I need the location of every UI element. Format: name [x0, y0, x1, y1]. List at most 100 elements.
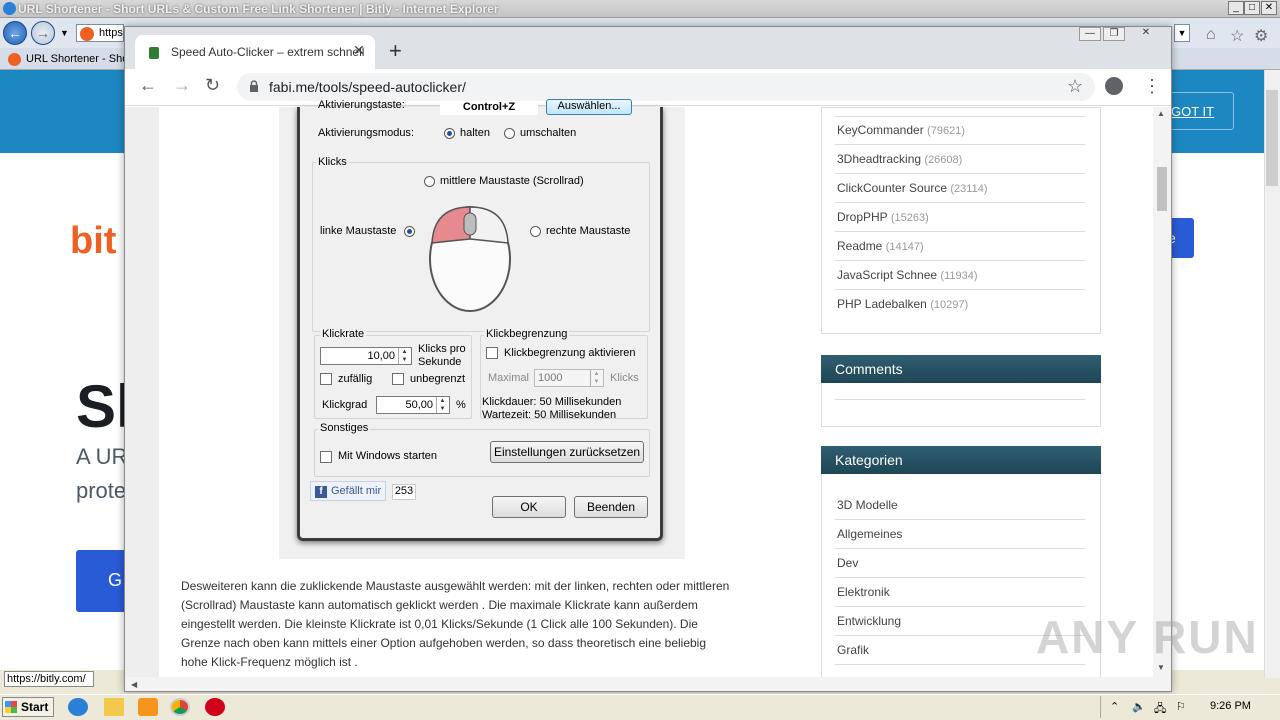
ie-tab-bitly[interactable]: URL Shortener - Sho	[4, 50, 124, 70]
ok-button[interactable]: OK	[492, 496, 566, 518]
ie-taskbar-icon[interactable]	[68, 698, 88, 716]
windows-start-label: Mit Windows starten	[338, 450, 438, 462]
bitly-hero-subtext-1: A UR	[76, 444, 128, 469]
ie-logo-icon	[3, 2, 16, 15]
chrome-restore-button[interactable]: ❐	[1103, 27, 1125, 41]
chrome-back-icon[interactable]: ←	[139, 75, 157, 96]
random-checkbox[interactable]	[320, 373, 332, 385]
anyrun-watermark: ANY RUN	[1036, 611, 1259, 663]
category-link-dev[interactable]: Dev	[837, 556, 858, 570]
facebook-icon: f	[315, 486, 327, 498]
ie-scroll-thumb[interactable]	[1266, 90, 1278, 186]
tray-expand-icon[interactable]: ⌃	[1110, 700, 1119, 713]
right-button-radio[interactable]	[530, 226, 541, 237]
mode-toggle-radio[interactable]	[504, 128, 515, 139]
chrome-tab-close-icon[interactable]: ✕	[353, 42, 365, 59]
degree-spinner-icon[interactable]: ▲ ▼	[436, 397, 448, 413]
tool-link-clickcounter[interactable]: ClickCounter Source (23114)	[837, 181, 988, 195]
category-link-entwicklung[interactable]: Entwicklung	[837, 614, 901, 628]
chrome-tab-autoclicker[interactable]: Speed Auto-Clicker – extrem schnell	[135, 35, 375, 69]
right-button-label: rechte Maustaste	[546, 225, 631, 237]
chrome-forward-icon[interactable]: →	[173, 75, 191, 96]
ie-settings-gear-icon[interactable]: ⚙	[1254, 26, 1268, 46]
ie-home-icon[interactable]: ⌂	[1206, 26, 1216, 44]
category-link-grafik[interactable]: Grafik	[837, 643, 869, 657]
ie-back-icon[interactable]: ←	[3, 21, 27, 45]
reset-settings-button[interactable]: Einstellungen zurücksetzen	[490, 441, 644, 463]
lock-icon[interactable]	[249, 80, 259, 92]
divider	[835, 260, 1085, 261]
tool-link-3dheadtracking[interactable]: 3Dheadtracking (26608)	[837, 152, 962, 166]
action-center-flag-icon[interactable]: ⚐	[1176, 700, 1186, 713]
unlimited-label: unbegrenzt	[410, 373, 466, 385]
unlimited-checkbox[interactable]	[392, 373, 404, 385]
middle-button-radio[interactable]	[424, 176, 435, 187]
chrome-menu-icon[interactable]: ⋮	[1143, 76, 1161, 97]
ie-forward-icon[interactable]: →	[31, 21, 55, 45]
max-label: Maximal	[488, 372, 529, 384]
degree-label: Klickgrad	[322, 399, 368, 411]
tool-link-keycommander[interactable]: KeyCommander (79621)	[837, 123, 965, 137]
click-duration-text: Klickdauer: 50 Millisekunden	[482, 396, 622, 408]
rate-unit-line2: Sekunde	[418, 356, 462, 368]
exit-button[interactable]: Beenden	[574, 496, 648, 518]
middle-button-label: mittlere Maustaste (Scrollrad)	[440, 175, 584, 187]
ie-minimize-button[interactable]: _	[1228, 1, 1244, 15]
chrome-horizontal-scrollbar[interactable]	[125, 677, 1171, 691]
security-taskbar-icon[interactable]	[205, 698, 225, 716]
select-key-button[interactable]: Auswählen...	[546, 99, 632, 115]
article-line-4: Grenze nach oben kann mittels einer Opti…	[181, 636, 707, 650]
click-rate-group-title: Klickrate	[320, 328, 367, 340]
page-left-margin	[125, 107, 159, 691]
media-player-taskbar-icon[interactable]	[138, 698, 158, 716]
scroll-down-icon[interactable]: ▼	[1157, 663, 1165, 672]
ie-history-dropdown-icon[interactable]: ▼	[60, 28, 69, 38]
bookmark-star-icon[interactable]: ☆	[1067, 76, 1083, 97]
chrome-minimize-button[interactable]: —	[1079, 27, 1101, 41]
category-link-3d-modelle[interactable]: 3D Modelle	[837, 498, 898, 512]
category-link-elektronik[interactable]: Elektronik	[837, 585, 890, 599]
autoclicker-dialog: Aktivierungstaste: Control+Z Auswählen..…	[297, 99, 663, 541]
scroll-up-icon[interactable]: ▲	[1157, 109, 1165, 118]
taskbar-clock[interactable]: 9:26 PM	[1210, 700, 1251, 712]
max-spinner-icon[interactable]: ▲ ▼	[590, 370, 602, 386]
chrome-reload-icon[interactable]: ↻	[205, 75, 220, 96]
mode-hold-label: halten	[460, 127, 490, 139]
ie-maximize-button[interactable]: □	[1244, 1, 1260, 15]
volume-icon[interactable]: 🔈	[1132, 700, 1146, 713]
ie-tab-favicon-icon	[8, 53, 21, 66]
mode-hold-radio[interactable]	[444, 128, 455, 139]
left-button-radio[interactable]	[404, 226, 415, 237]
wait-time-text: Wartezeit: 50 Millisekunden	[482, 409, 617, 421]
category-link-allgemeines[interactable]: Allgemeines	[837, 527, 902, 541]
activation-key-field[interactable]: Control+Z	[440, 101, 538, 115]
explorer-taskbar-icon[interactable]	[104, 698, 124, 716]
tool-link-php-ladebalken[interactable]: PHP Ladebalken (10297)	[837, 297, 968, 311]
misc-group-title: Sonstiges	[318, 422, 371, 434]
taskbar	[0, 694, 1280, 720]
chrome-scroll-thumb[interactable]	[1157, 167, 1167, 211]
limit-enable-checkbox[interactable]	[486, 347, 498, 359]
tool-link-dropphp[interactable]: DropPHP (15263)	[837, 210, 929, 224]
ie-close-button[interactable]: ✕	[1261, 1, 1277, 15]
divider	[835, 664, 1085, 665]
ie-favorites-icon[interactable]: ☆	[1230, 26, 1244, 46]
divider	[835, 399, 1085, 400]
scroll-left-icon[interactable]: ◀	[131, 680, 137, 689]
account-icon[interactable]	[1105, 77, 1123, 95]
tool-link-javascript-schnee[interactable]: JavaScript Schnee (11934)	[837, 268, 978, 282]
mouse-illustration	[429, 206, 511, 312]
bitly-favicon-icon	[80, 27, 94, 41]
chrome-url-text[interactable]: fabi.me/tools/speed-autoclicker/	[269, 79, 466, 95]
windows-logo-icon	[5, 701, 17, 713]
ie-address-dropdown-icon[interactable]: ▼	[1174, 24, 1190, 42]
bitly-logo[interactable]: bit	[70, 220, 116, 263]
windows-start-checkbox[interactable]	[320, 451, 332, 463]
chrome-new-tab-icon[interactable]: +	[389, 38, 402, 64]
tool-link-readme[interactable]: Readme (14147)	[837, 239, 924, 253]
chrome-taskbar-icon[interactable]	[170, 698, 190, 716]
chrome-close-button[interactable]: ✕	[1135, 27, 1157, 41]
network-icon[interactable]: 🖧	[1154, 700, 1166, 719]
system-tray	[1100, 696, 1280, 718]
click-rate-spinner-icon[interactable]: ▲ ▼	[398, 348, 410, 364]
